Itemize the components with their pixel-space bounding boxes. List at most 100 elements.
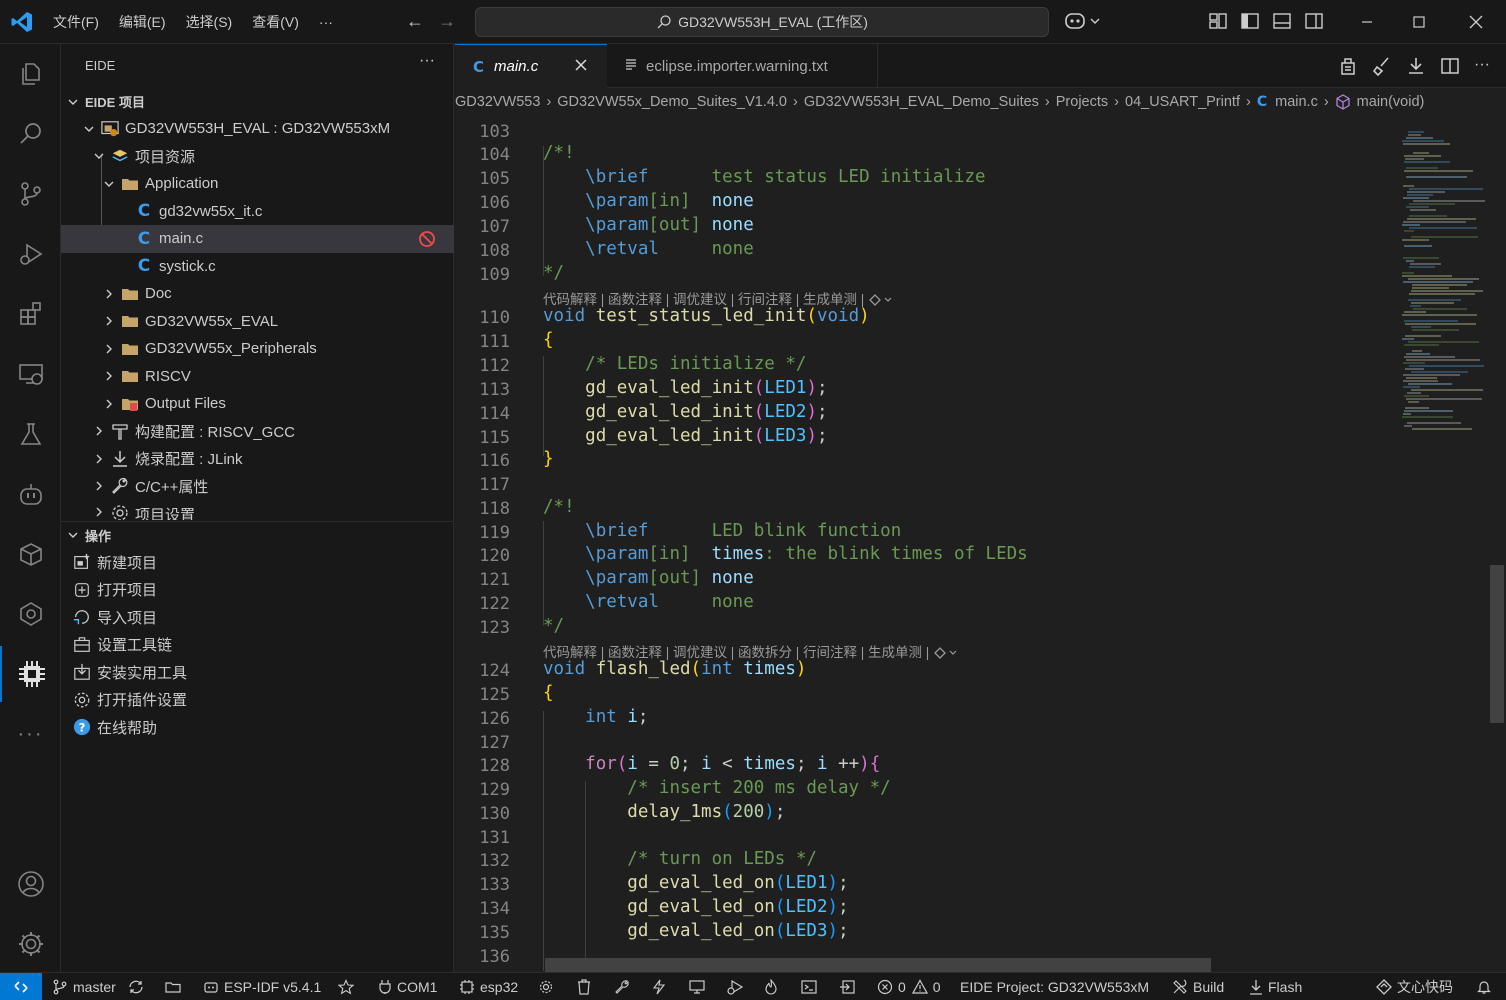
op-new-project[interactable]: 新建项目 (61, 549, 454, 577)
codelens-ai-icon[interactable] (868, 293, 894, 307)
branch-status[interactable]: master (52, 973, 116, 1000)
tree-item-riscv[interactable]: RISCV (61, 363, 454, 391)
problems-status[interactable]: 0 0 (877, 973, 941, 1000)
breadcrumb-item[interactable]: main.c (1275, 94, 1318, 110)
espidf-activity[interactable] (0, 586, 61, 642)
search-activity[interactable] (0, 106, 61, 162)
operations-section-header[interactable]: 操作 (61, 521, 454, 549)
tree-item-flash-config[interactable]: 烧录配置 : JLink (61, 445, 454, 473)
tree-item-systick-c[interactable]: Csystick.c (61, 253, 454, 281)
back-arrow-icon[interactable]: ← (406, 11, 424, 32)
minimap[interactable] (1400, 130, 1490, 430)
ai-codelens[interactable]: 代码解释 | 函数注释 | 调优建议 | 函数拆分 | 行间注释 | 生成单测 … (543, 641, 959, 661)
sidebar-more-button[interactable]: ··· (419, 52, 435, 70)
customize-layout-icon[interactable] (1208, 11, 1228, 31)
tree-item-gd32vw55x-it-c[interactable]: Cgd32vw55x_it.c (61, 198, 454, 226)
op-install-tools[interactable]: 安装实用工具 (61, 659, 454, 687)
tree-item-application[interactable]: Application (61, 170, 454, 198)
target-status[interactable]: esp32 (459, 973, 518, 1000)
full-clean-button[interactable] (577, 973, 596, 1000)
download-flash-icon[interactable] (1406, 56, 1426, 76)
op-online-help[interactable]: ? 在线帮助 (61, 714, 454, 742)
com-port-status[interactable]: COM1 (378, 973, 437, 1000)
copilot-activity[interactable] (0, 466, 61, 522)
monitor-button[interactable] (689, 973, 710, 1000)
breadcrumb-item[interactable]: GD32VW55x_Demo_Suites_V1.4.0 (557, 94, 787, 110)
tree-item-gd32vw55x-peripherals[interactable]: GD32VW55x_Peripherals (61, 335, 454, 363)
ai-codelens[interactable]: 代码解释 | 函数注释 | 调优建议 | 行间注释 | 生成单测 | (543, 288, 894, 308)
tab-main-c[interactable]: C main.c (455, 44, 607, 88)
menu-view[interactable]: 查看(V) (252, 12, 299, 32)
horizontal-scrollbar[interactable] (545, 958, 1211, 972)
toggle-secondary-sidebar-icon[interactable] (1304, 11, 1324, 31)
command-center-search[interactable]: GD32VW553H_EVAL (工作区) (475, 7, 1049, 37)
breadcrumb-item[interactable]: main(void) (1357, 94, 1425, 110)
source-control-activity[interactable] (0, 166, 61, 222)
tree-item-build-config[interactable]: 构建配置 : RISCV_GCC (61, 418, 454, 446)
toggle-primary-sidebar-icon[interactable] (1240, 11, 1260, 31)
build-flash-monitor-button[interactable] (764, 973, 783, 1000)
tree-item-output-files[interactable]: Output Files (61, 390, 454, 418)
run-debug-activity[interactable] (0, 226, 61, 282)
comate-status[interactable]: 文心快码 (1376, 973, 1453, 1000)
menu-file[interactable]: 文件(F) (53, 12, 99, 32)
espidf-version-status[interactable]: ESP-IDF v5.4.1 (203, 973, 321, 1000)
close-window-button[interactable] (1448, 0, 1504, 44)
code-editor[interactable]: 103 104 105 106 107 108 109 110 111 112 113 114 115 1… (455, 116, 1506, 972)
eide-activity[interactable] (0, 646, 61, 702)
op-open-project[interactable]: 打开项目 (61, 576, 454, 604)
favorite-status-button[interactable] (338, 973, 359, 1000)
menu-selection[interactable]: 选择(S) (186, 12, 233, 32)
codelens-actions[interactable]: 代码解释 | 函数注释 | 调优建议 | 函数拆分 | 行间注释 | 生成单测 … (543, 645, 929, 660)
eide-project-status[interactable]: EIDE Project: GD32VW553xM (960, 973, 1149, 1000)
extensions-activity[interactable] (0, 286, 61, 342)
sync-button[interactable] (127, 973, 150, 1000)
tree-item-gd32vw55x-eval[interactable]: GD32VW55x_EVAL (61, 308, 454, 336)
maximize-button[interactable] (1391, 0, 1447, 44)
more-actions-icon[interactable]: ··· (1474, 56, 1490, 76)
codelens-ai-icon[interactable] (933, 646, 959, 660)
terminal-button[interactable] (801, 973, 822, 1000)
remote-explorer-activity[interactable] (0, 346, 61, 402)
tree-item-project[interactable]: GD32VW553H_EVAL : GD32VW553xM (61, 115, 454, 143)
package-activity[interactable] (0, 526, 61, 582)
breadcrumb-item[interactable]: 04_USART_Printf (1125, 94, 1240, 110)
import-button[interactable] (839, 973, 860, 1000)
more-activity[interactable]: ··· (0, 706, 61, 762)
notifications-button[interactable] (1476, 973, 1497, 1000)
op-import-project[interactable]: 导入项目 (61, 604, 454, 632)
manage-activity[interactable] (0, 916, 61, 972)
op-set-toolchain[interactable]: 设置工具链 (61, 631, 454, 659)
menu-more[interactable]: ··· (319, 14, 333, 30)
tree-item-project-resources[interactable]: 项目资源 (61, 143, 454, 171)
tree-item-cpp-properties[interactable]: C/C++属性 (61, 473, 454, 501)
split-editor-icon[interactable] (1440, 56, 1460, 76)
vertical-scrollbar[interactable] (1490, 565, 1504, 723)
accounts-activity[interactable] (0, 856, 61, 912)
build-status-button[interactable]: Build (1172, 973, 1224, 1000)
debug-button[interactable] (726, 973, 749, 1000)
eide-build-icon[interactable] (1338, 56, 1358, 76)
minimize-button[interactable] (1339, 0, 1395, 44)
menu-edit[interactable]: 编辑(E) (119, 12, 166, 32)
copilot-icon[interactable] (1064, 10, 1102, 32)
broom-icon[interactable] (1372, 56, 1392, 76)
breadcrumb-item[interactable]: GD32VW553 (455, 94, 540, 110)
breadcrumb-item[interactable]: Projects (1056, 94, 1108, 110)
codelens-actions[interactable]: 代码解释 | 函数注释 | 调优建议 | 行间注释 | 生成单测 | (543, 292, 864, 307)
remote-indicator[interactable] (0, 973, 42, 1000)
toggle-panel-icon[interactable] (1272, 11, 1292, 31)
close-tab-icon[interactable] (574, 58, 588, 76)
tab-eclipse-warning[interactable]: eclipse.importer.warning.txt (608, 44, 878, 88)
settings-status-button[interactable] (538, 973, 559, 1000)
tree-item-doc[interactable]: Doc (61, 280, 454, 308)
build-tool-button[interactable] (614, 973, 635, 1000)
explorer-status-button[interactable] (165, 973, 186, 1000)
explorer-activity[interactable] (0, 46, 61, 102)
project-section-header[interactable]: EIDE 项目 (61, 88, 454, 116)
testing-activity[interactable] (0, 406, 61, 462)
tree-item-main-c[interactable]: Cmain.c (61, 225, 454, 253)
op-open-plugin-settings[interactable]: 打开插件设置 (61, 686, 454, 714)
breadcrumb-item[interactable]: GD32VW553H_EVAL_Demo_Suites (804, 94, 1039, 110)
forward-arrow-icon[interactable]: → (438, 11, 456, 32)
